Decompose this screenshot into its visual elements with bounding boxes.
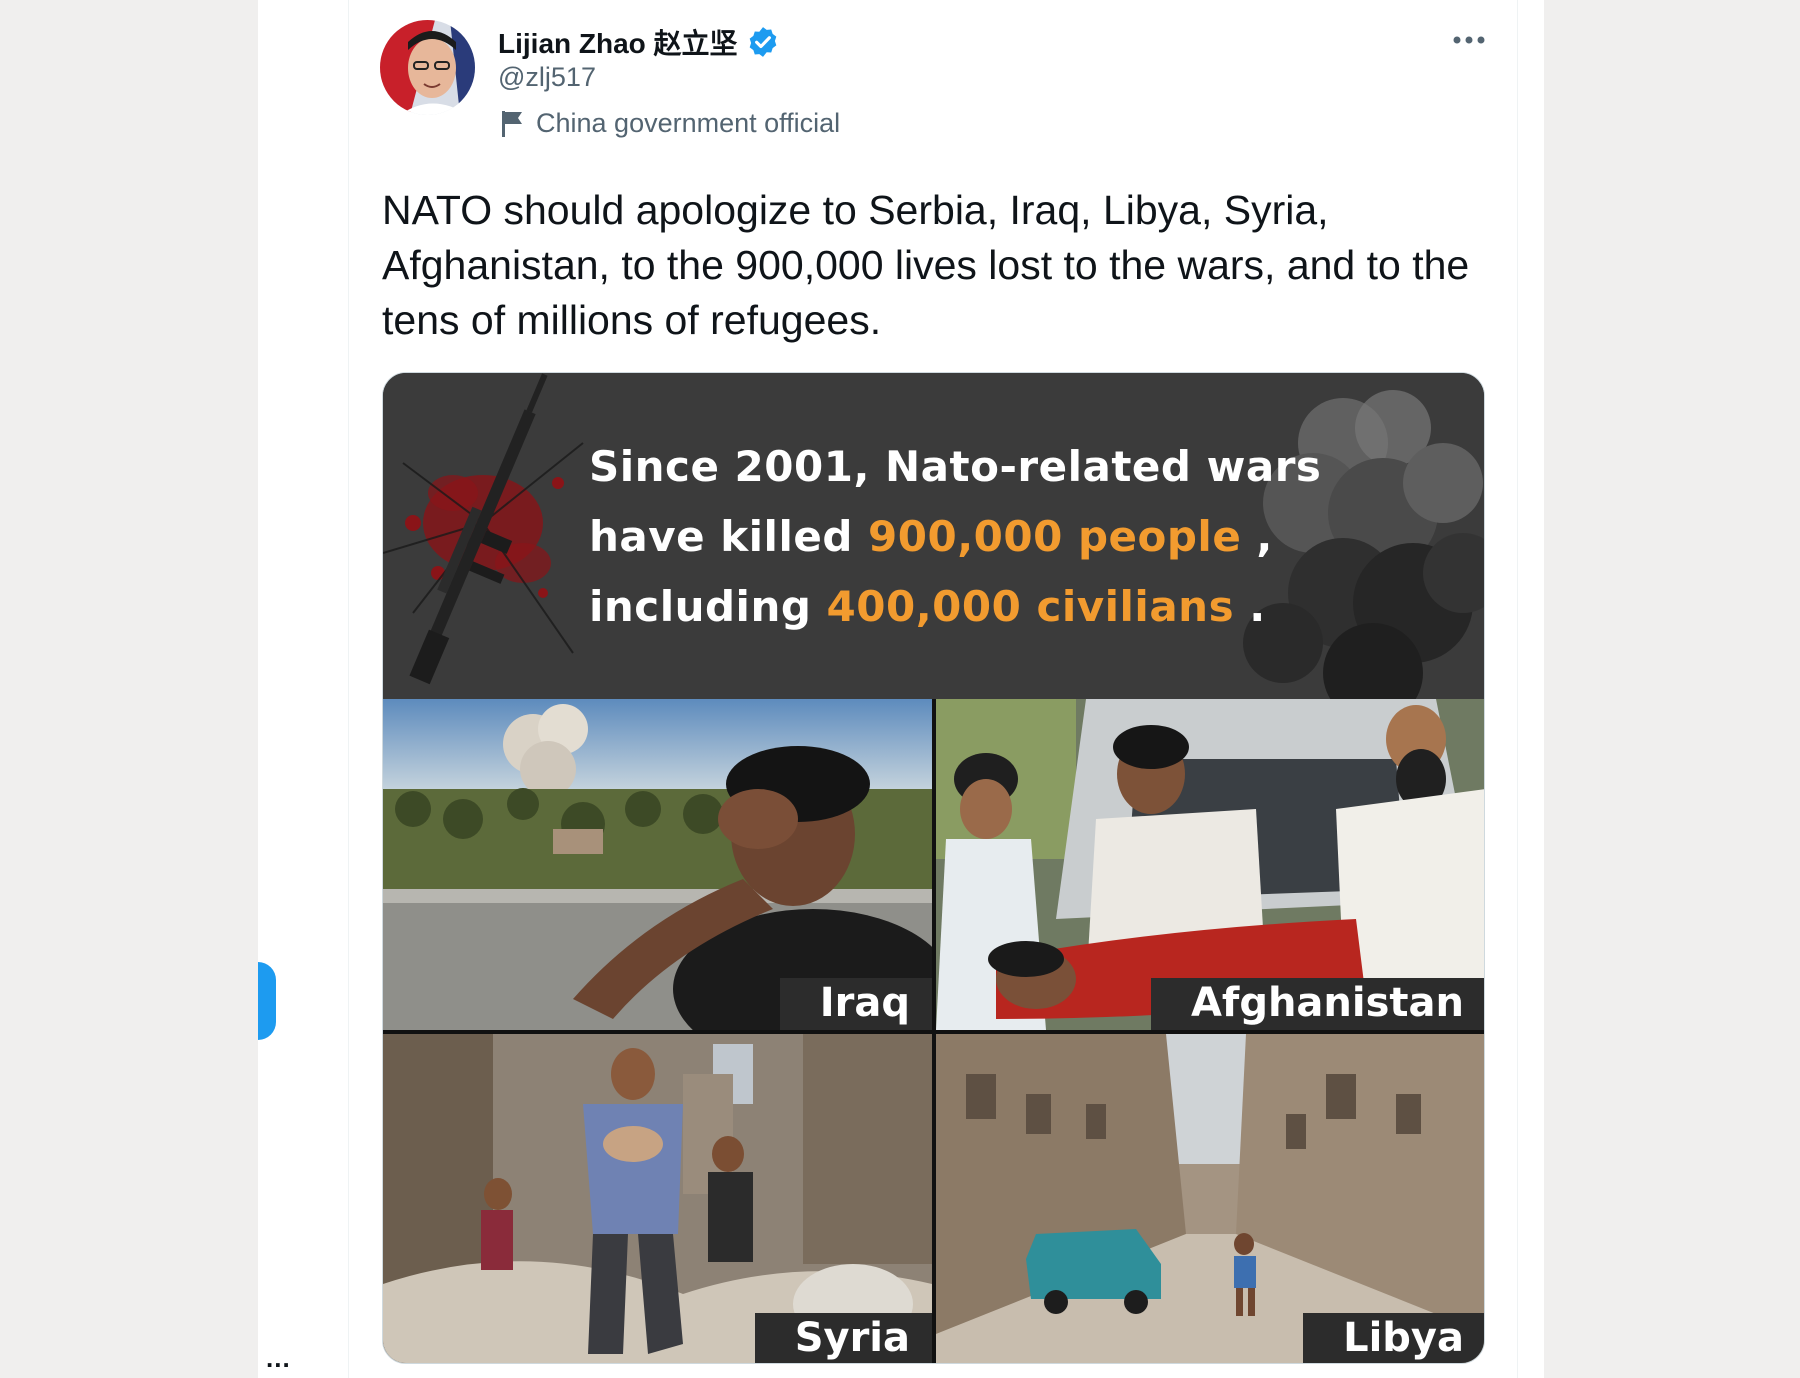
tweet-media[interactable]: Since 2001, Nato-related wars have kille…	[382, 372, 1485, 1364]
banner-line-2-prefix: have killed	[589, 512, 853, 561]
avatar[interactable]	[380, 20, 475, 115]
panel-label-iraq: Iraq	[779, 978, 932, 1030]
civilians-highlight: 400,000 civilians	[826, 582, 1235, 631]
panel-syria: Syria	[383, 1034, 932, 1363]
panel-label-libya: Libya	[1303, 1313, 1484, 1363]
panel-afghanistan: Afghanistan	[936, 699, 1484, 1030]
author-display-name[interactable]: Lijian Zhao 赵立坚	[498, 22, 738, 62]
panel-libya: Libya	[936, 1034, 1484, 1363]
banner-line-3-prefix: including	[589, 582, 812, 631]
deaths-highlight: 900,000 people	[868, 512, 1242, 561]
verified-badge-icon	[749, 27, 776, 57]
government-label[interactable]: China government official	[500, 108, 840, 139]
banner-line-3: including 400,000 civilians .	[589, 572, 1321, 642]
banner-text: Since 2001, Nato-related wars have kille…	[589, 432, 1321, 642]
panel-iraq: Iraq	[383, 699, 932, 1030]
more-options-icon[interactable]	[1452, 30, 1486, 50]
banner-line-2: have killed 900,000 people ,	[589, 502, 1321, 572]
media-banner: Since 2001, Nato-related wars have kille…	[383, 373, 1484, 699]
government-label-text: China government official	[536, 108, 841, 138]
author-handle[interactable]: @zlj517	[498, 62, 596, 93]
banner-line-1: Since 2001, Nato-related wars	[589, 442, 1322, 491]
panel-label-afghanistan: Afghanistan	[1150, 978, 1484, 1030]
panel-label-syria: Syria	[754, 1313, 932, 1363]
flag-icon	[502, 110, 522, 137]
side-action-button[interactable]	[258, 962, 276, 1040]
tweet-text: NATO should apologize to Serbia, Iraq, L…	[382, 187, 1470, 343]
banner-line-3-suffix: .	[1234, 582, 1266, 631]
banner-line-2-suffix: ,	[1241, 512, 1273, 561]
left-rail-more-button[interactable]: ...	[266, 1345, 291, 1371]
author-name-row[interactable]: Lijian Zhao 赵立坚	[498, 22, 780, 62]
